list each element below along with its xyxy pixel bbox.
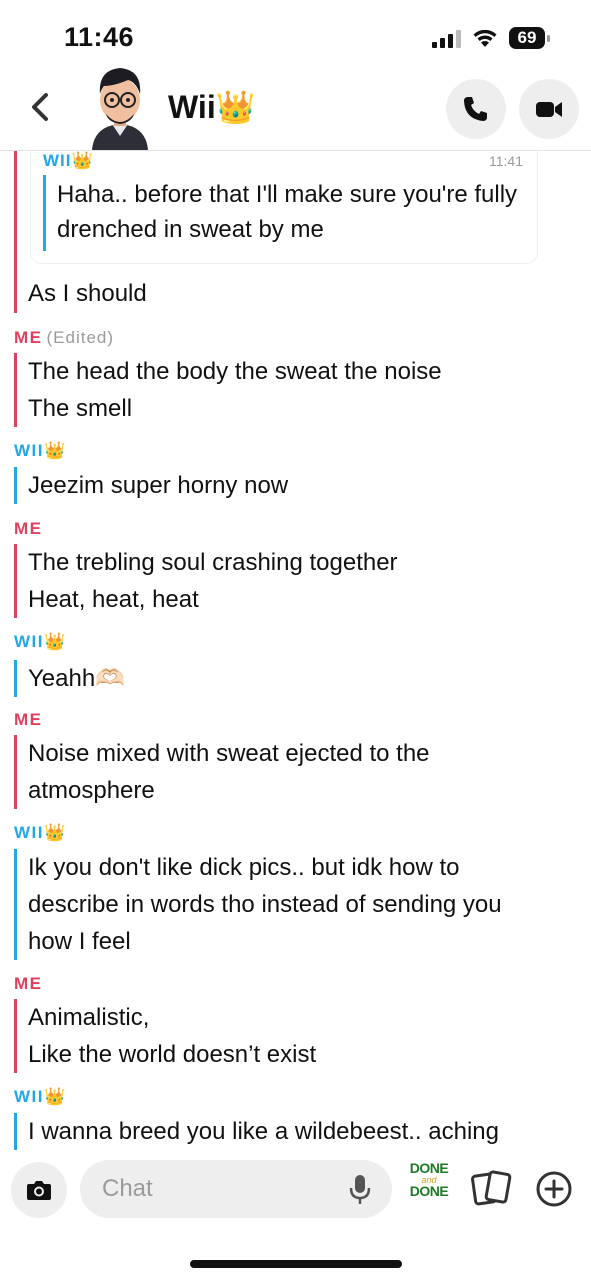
sender-label: WII👑 — [14, 1087, 67, 1106]
composer-bar: DONE and DONE — [0, 1151, 591, 1280]
quote-bar — [43, 175, 46, 251]
message-text: Yeahh🫶🏻 — [28, 665, 126, 692]
message-text: The trebling soul crashing together Heat… — [28, 549, 398, 613]
message-text: Noise mixed with sweat ejected to the at… — [28, 740, 430, 804]
message-bar — [14, 151, 17, 313]
microphone-icon[interactable] — [347, 1173, 373, 1207]
home-indicator[interactable] — [190, 1260, 402, 1268]
camera-icon — [27, 1181, 51, 1200]
sender-label: WII👑 — [14, 823, 67, 842]
quoted-text: Haha.. before that I'll make sure you're… — [57, 181, 518, 243]
avatar[interactable] — [84, 64, 156, 150]
wifi-icon — [473, 29, 497, 47]
video-call-button[interactable] — [519, 79, 579, 139]
phone-icon — [464, 97, 487, 121]
sticker-button[interactable]: DONE and DONE — [402, 1161, 456, 1217]
quoted-sender: WII👑 — [43, 151, 94, 170]
message-item[interactable]: I wanna breed you like a wildebeest.. ac… — [14, 1113, 574, 1150]
plus-icon[interactable] — [535, 1170, 573, 1208]
battery-icon: 69 — [509, 27, 551, 51]
sticker-text-bottom: DONE — [409, 1183, 449, 1199]
battery-level: 69 — [509, 27, 545, 49]
video-icon — [536, 102, 562, 117]
edited-label: (Edited) — [46, 328, 115, 347]
message-item[interactable]: Jeezim super horny now — [14, 467, 574, 504]
sender-label: ME (Edited) — [14, 328, 115, 347]
status-bar: 11:46 69 — [0, 0, 591, 70]
cards-icon[interactable] — [470, 1169, 512, 1209]
signal-icon — [432, 30, 461, 48]
sender-label: ME — [14, 519, 43, 538]
message-text: The head the body the sweat the noise Th… — [28, 358, 442, 422]
contact-name[interactable]: Wii👑 — [168, 88, 256, 126]
camera-button[interactable] — [11, 1162, 67, 1218]
call-button[interactable] — [446, 79, 506, 139]
message-item[interactable]: The trebling soul crashing together Heat… — [14, 544, 574, 618]
message-item[interactable]: Yeahh🫶🏻 — [14, 660, 574, 697]
quoted-message[interactable]: WII👑 11:41 Haha.. before that I'll make … — [30, 151, 538, 264]
message-text[interactable]: As I should — [28, 275, 147, 312]
chat-header: Wii👑 — [0, 62, 591, 151]
status-time: 11:46 — [64, 22, 135, 52]
message-list[interactable]: WII👑 11:41 Haha.. before that I'll make … — [0, 151, 591, 1151]
chat-input[interactable] — [80, 1160, 392, 1218]
back-icon[interactable] — [24, 90, 58, 124]
message-text: I wanna breed you like a wildebeest.. ac… — [28, 1118, 499, 1145]
sender-label: WII👑 — [14, 441, 67, 460]
sender-label: WII👑 — [14, 632, 67, 651]
message-item[interactable]: Ik you don't like dick pics.. but idk ho… — [14, 849, 574, 960]
sender-label: ME — [14, 710, 43, 729]
message-text: Jeezim super horny now — [28, 472, 289, 499]
message-item[interactable]: Noise mixed with sweat ejected to the at… — [14, 735, 574, 809]
message-item[interactable]: Animalistic, Like the world doesn’t exis… — [14, 999, 574, 1073]
sender-label: ME — [14, 974, 43, 993]
message-text: Ik you don't like dick pics.. but idk ho… — [28, 854, 502, 955]
message-text: Animalistic, Like the world doesn’t exis… — [28, 1004, 317, 1068]
message-item[interactable]: The head the body the sweat the noise Th… — [14, 353, 574, 427]
quoted-time: 11:41 — [489, 153, 523, 169]
sticker-text-top: DONE — [409, 1160, 449, 1176]
